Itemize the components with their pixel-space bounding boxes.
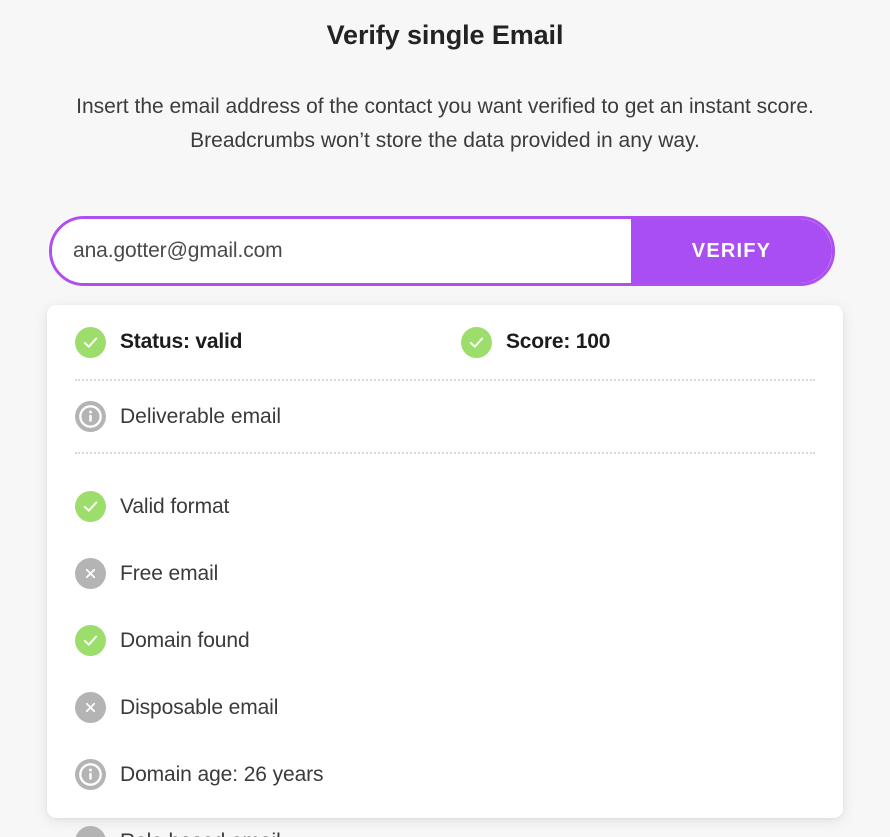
- list-item-label: Role based email: [120, 830, 281, 837]
- email-input[interactable]: [52, 219, 631, 283]
- check-circle-icon: [75, 326, 106, 358]
- deliverable-row: Deliverable email: [75, 381, 815, 452]
- list-item: Role based email: [75, 808, 461, 837]
- list-item-label: Disposable email: [120, 695, 279, 719]
- check-circle-icon: [75, 491, 106, 522]
- cross-circle-icon: [75, 692, 106, 723]
- score-label: Score: 100: [506, 330, 611, 353]
- list-item: Free email: [75, 540, 461, 607]
- cross-circle-icon: [75, 826, 106, 837]
- info-circle-icon: [75, 759, 106, 790]
- verify-email-bar: VERIFY: [49, 216, 835, 286]
- check-circle-icon: [75, 625, 106, 656]
- score-summary: Score: 100: [461, 326, 611, 358]
- list-item-label: Free email: [120, 561, 219, 585]
- list-item: Domain age: 26 years: [75, 741, 461, 808]
- verification-result-card: Status: valid Score: 100 Deliverable ema…: [47, 305, 843, 837]
- list-item: Disposable email: [75, 674, 461, 741]
- info-circle-icon: [75, 401, 106, 432]
- page-subtitle: Insert the email address of the contact …: [76, 95, 814, 152]
- cross-circle-icon: [75, 558, 106, 589]
- status-label: Status: valid: [120, 330, 243, 353]
- verify-email-page: Verify single Email Insert the email add…: [0, 0, 890, 837]
- list-item: Domain found: [75, 607, 461, 674]
- list-item-label: Domain found: [120, 628, 250, 652]
- status-summary: Status: valid: [75, 326, 461, 358]
- deliverable-label: Deliverable email: [120, 404, 282, 428]
- list-item-label: Valid format: [120, 494, 230, 518]
- page-title: Verify single Email: [326, 20, 564, 50]
- checks-grid: Valid format Free email Domain found Dis…: [75, 454, 815, 837]
- verify-button[interactable]: VERIFY: [631, 219, 832, 283]
- list-item-label: Domain age: 26 years: [120, 762, 324, 786]
- check-circle-icon: [461, 326, 492, 358]
- list-item: Valid format: [75, 473, 461, 540]
- summary-row: Status: valid Score: 100: [75, 305, 815, 379]
